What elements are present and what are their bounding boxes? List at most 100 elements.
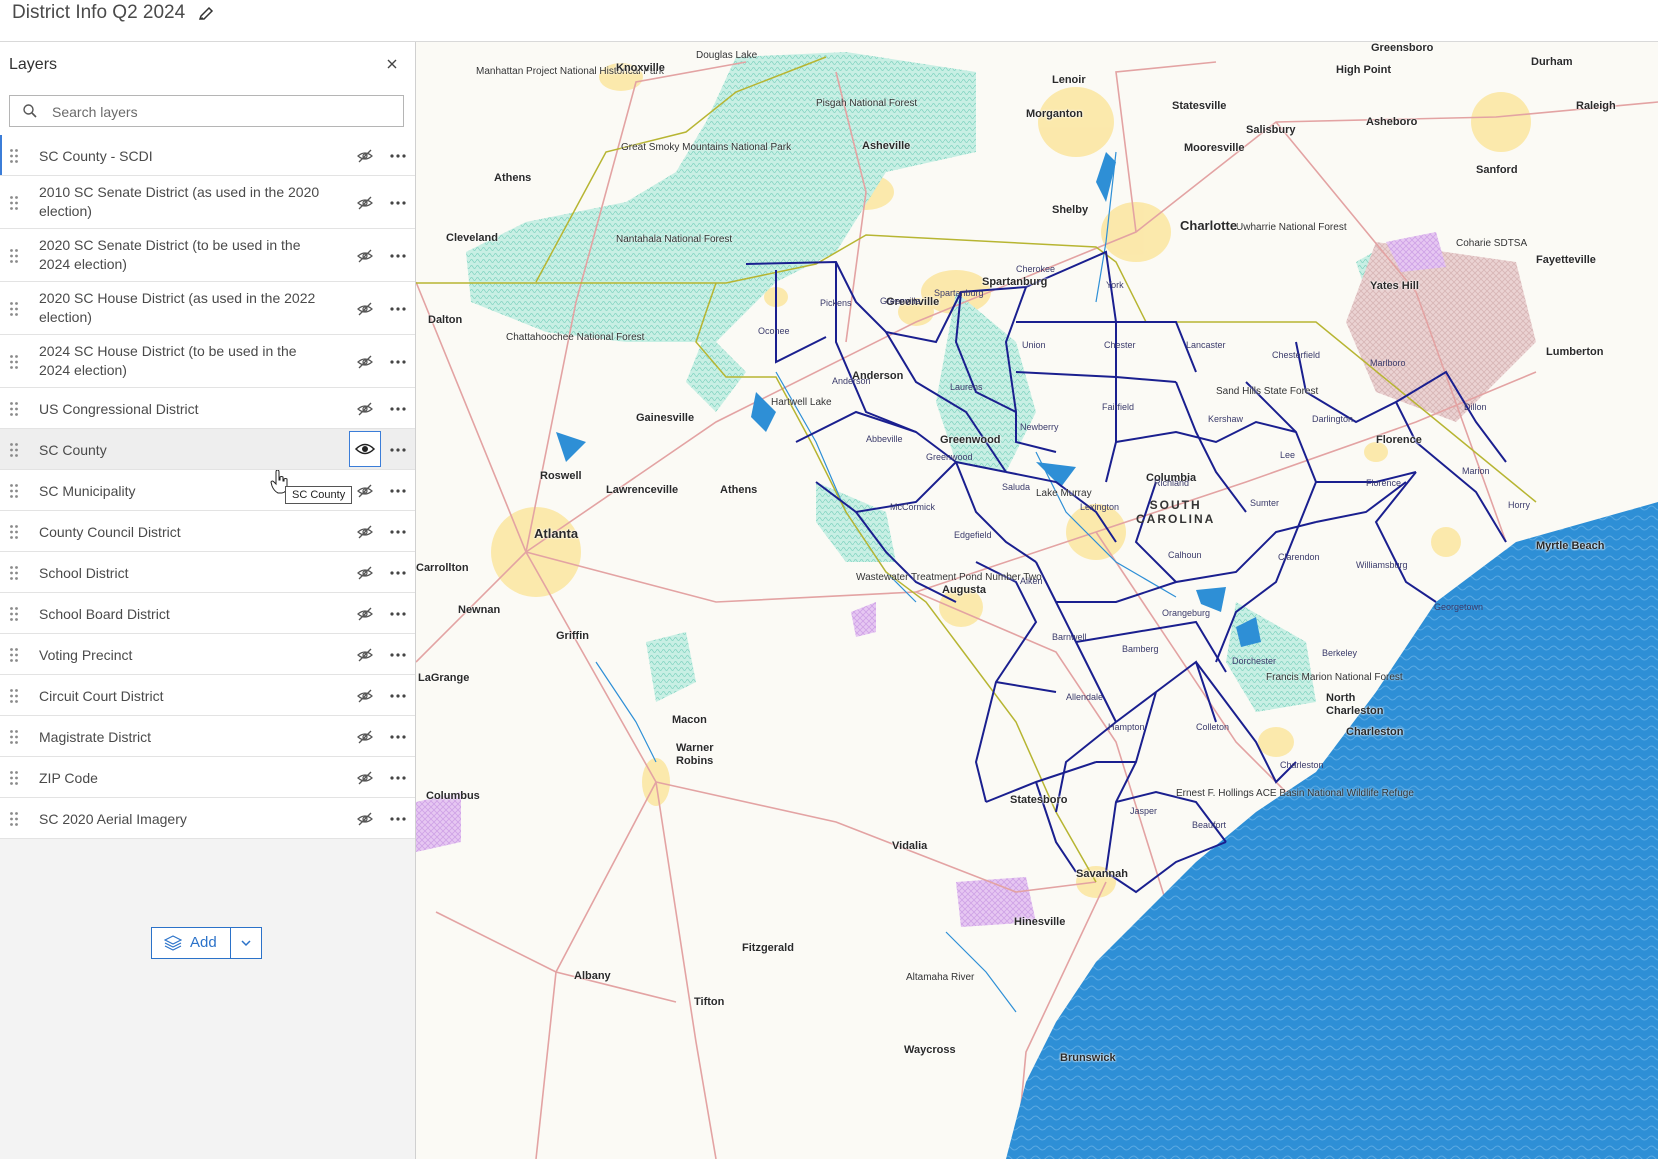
map-label-douglas-lake: Douglas Lake: [696, 50, 758, 61]
eye-off-icon[interactable]: [356, 523, 374, 541]
county-label-dorchester: Dorchester: [1232, 656, 1277, 666]
map-view[interactable]: Manhattan Project National Historical Pa…: [416, 42, 1658, 1159]
more-options-icon[interactable]: [389, 353, 407, 371]
add-layer-dropdown[interactable]: [231, 928, 261, 958]
eye-off-icon[interactable]: [356, 810, 374, 828]
drag-handle-icon[interactable]: [9, 354, 19, 370]
more-options-icon[interactable]: [389, 810, 407, 828]
drag-handle-icon[interactable]: [9, 148, 19, 164]
county-label-saluda: Saluda: [1002, 482, 1031, 492]
more-options-icon[interactable]: [389, 646, 407, 664]
drag-handle-icon[interactable]: [9, 401, 19, 417]
drag-handle-icon[interactable]: [9, 606, 19, 622]
eye-off-icon[interactable]: [356, 564, 374, 582]
eye-off-icon[interactable]: [356, 687, 374, 705]
county-label-greenville: Greenville: [880, 296, 921, 306]
city-label-roswell: Roswell: [540, 470, 582, 482]
layer-row[interactable]: County Council District: [0, 511, 415, 552]
city-label-charleston: Charleston: [1346, 726, 1404, 738]
city-label-yates-hill: Yates Hill: [1370, 280, 1419, 292]
drag-handle-icon[interactable]: [9, 248, 19, 264]
drag-handle-icon[interactable]: [9, 195, 19, 211]
search-icon: [22, 103, 38, 119]
county-label-darlington: Darlington: [1312, 414, 1354, 424]
eye-off-icon[interactable]: [356, 482, 374, 500]
city-label-brunswick: Brunswick: [1060, 1052, 1116, 1064]
layer-row[interactable]: 2024 SC House District (to be used in th…: [0, 335, 415, 388]
drag-handle-icon[interactable]: [9, 442, 19, 458]
more-options-icon[interactable]: [389, 147, 407, 165]
layer-label: County Council District: [39, 524, 181, 540]
drag-handle-icon[interactable]: [9, 647, 19, 663]
more-options-icon[interactable]: [389, 482, 407, 500]
county-label-lancaster: Lancaster: [1186, 340, 1226, 350]
close-icon[interactable]: [384, 56, 400, 72]
layer-row[interactable]: Magistrate District: [0, 716, 415, 757]
county-label-barnwell: Barnwell: [1052, 632, 1087, 642]
layer-row[interactable]: US Congressional District: [0, 388, 415, 429]
eye-off-icon[interactable]: [356, 728, 374, 746]
layers-icon: [163, 935, 183, 951]
drag-handle-icon[interactable]: [9, 301, 19, 317]
eye-off-icon[interactable]: [356, 400, 374, 418]
eye-icon[interactable]: [349, 431, 381, 467]
county-label-york: York: [1106, 280, 1124, 290]
eye-off-icon[interactable]: [356, 646, 374, 664]
more-options-icon[interactable]: [389, 400, 407, 418]
drag-handle-icon[interactable]: [9, 729, 19, 745]
county-label-orangeburg: Orangeburg: [1162, 608, 1211, 618]
city-label-greensboro: Greensboro: [1371, 42, 1434, 54]
layer-row[interactable]: SC Municipality: [0, 470, 415, 511]
map-label-sand-hills: Sand Hills State Forest: [1216, 386, 1319, 397]
layer-row[interactable]: School Board District: [0, 593, 415, 634]
county-label-kershaw: Kershaw: [1208, 414, 1244, 424]
app-title: District Info Q2 2024: [12, 2, 186, 23]
eye-off-icon[interactable]: [356, 353, 374, 371]
more-options-icon[interactable]: [389, 194, 407, 212]
city-label-fayetteville: Fayetteville: [1536, 254, 1596, 266]
more-options-icon[interactable]: [389, 441, 407, 459]
layer-row[interactable]: SC 2020 Aerial Imagery: [0, 798, 415, 839]
search-layers-field[interactable]: [9, 95, 404, 127]
drag-handle-icon[interactable]: [9, 524, 19, 540]
layer-row[interactable]: ZIP Code: [0, 757, 415, 798]
layer-row[interactable]: 2010 SC Senate District (as used in the …: [0, 176, 415, 229]
layer-row[interactable]: SC County: [0, 429, 415, 470]
search-layers-input[interactable]: [50, 99, 394, 125]
drag-handle-icon[interactable]: [9, 811, 19, 827]
more-options-icon[interactable]: [389, 564, 407, 582]
more-options-icon[interactable]: [389, 247, 407, 265]
more-options-icon[interactable]: [389, 728, 407, 746]
city-label-albany: Albany: [574, 970, 611, 982]
edit-title-pencil-icon[interactable]: [196, 4, 216, 24]
county-label-lee: Lee: [1280, 450, 1296, 460]
layer-row[interactable]: 2020 SC Senate District (to be used in t…: [0, 229, 415, 282]
drag-handle-icon[interactable]: [9, 565, 19, 581]
more-options-icon[interactable]: [389, 523, 407, 541]
eye-off-icon[interactable]: [356, 300, 374, 318]
layer-label: 2020 SC Senate District (to be used in t…: [39, 237, 301, 272]
eye-off-icon[interactable]: [356, 605, 374, 623]
county-label-mccormick: McCormick: [890, 502, 935, 512]
more-options-icon[interactable]: [389, 605, 407, 623]
drag-handle-icon[interactable]: [9, 688, 19, 704]
layer-row[interactable]: Circuit Court District: [0, 675, 415, 716]
drag-handle-icon[interactable]: [9, 770, 19, 786]
layer-row[interactable]: School District: [0, 552, 415, 593]
add-layer-button[interactable]: Add: [152, 928, 231, 958]
map-label-nantahala: Nantahala National Forest: [616, 234, 733, 245]
more-options-icon[interactable]: [389, 300, 407, 318]
more-options-icon[interactable]: [389, 687, 407, 705]
drag-handle-icon[interactable]: [9, 483, 19, 499]
eye-off-icon[interactable]: [356, 147, 374, 165]
layer-row[interactable]: 2020 SC House District (as used in the 2…: [0, 282, 415, 335]
more-options-icon[interactable]: [389, 769, 407, 787]
layer-row[interactable]: SC County - SCDI: [0, 135, 415, 176]
eye-off-icon[interactable]: [356, 247, 374, 265]
eye-off-icon[interactable]: [356, 769, 374, 787]
layer-row[interactable]: Voting Precinct: [0, 634, 415, 675]
eye-off-icon[interactable]: [356, 194, 374, 212]
county-label-williamsburg: Williamsburg: [1356, 560, 1408, 570]
city-label-durham: Durham: [1531, 56, 1573, 68]
layers-panel: Layers SC County - SCDI 2010 SC Senate Di…: [0, 42, 416, 1159]
